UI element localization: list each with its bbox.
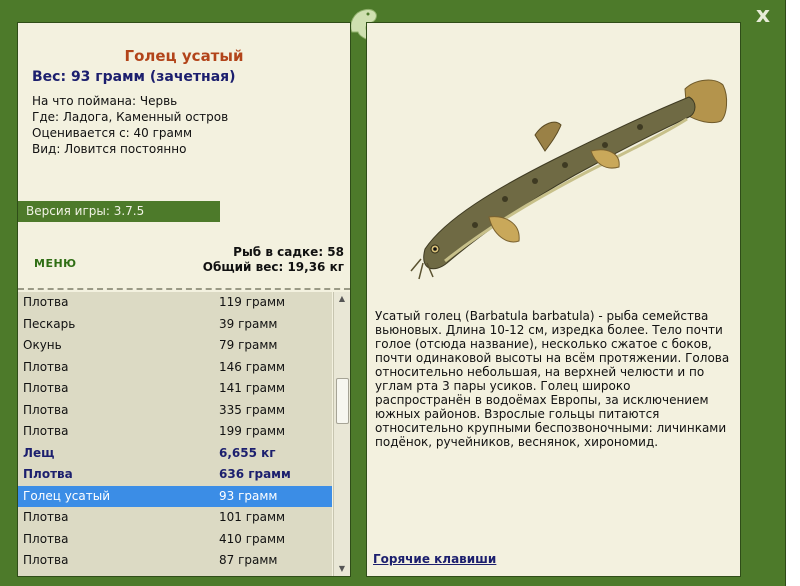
kind-line: Вид: Ловится постоянно	[32, 142, 187, 156]
list-item[interactable]: Плотва 335 грамм	[18, 400, 332, 421]
total-weight: Общий вес: 19,36 кг	[202, 260, 344, 274]
list-item-name: Пескарь	[23, 316, 76, 331]
list-item[interactable]: Пескарь 39 грамм	[18, 314, 332, 335]
bait-line: На что поймана: Червь	[32, 94, 178, 108]
close-button[interactable]: x	[751, 4, 775, 28]
list-item-name: Плотва	[23, 424, 69, 438]
list-item-name: Плотва	[23, 467, 73, 481]
list-item[interactable]: Плотва 636 грамм	[18, 464, 332, 485]
list-item-name: Голец усатый	[23, 488, 111, 503]
list-item-name: Плотва	[23, 381, 69, 395]
list-item[interactable]: Окунь 79 грамм	[18, 335, 332, 356]
fish-info-panel: Голец усатый Вес: 93 грамм (зачетная) На…	[17, 22, 351, 577]
list-item[interactable]: Плотва 146 грамм	[18, 357, 332, 378]
list-item-weight: 93 грамм	[219, 488, 278, 503]
scroll-thumb[interactable]	[336, 378, 349, 424]
list-item-weight: 119 грамм	[219, 295, 286, 309]
list-item[interactable]: Голец усатый 93 грамм	[18, 485, 332, 507]
list-item-weight: 6,655 кг	[219, 445, 276, 460]
list-item-weight: 146 грамм	[219, 359, 286, 374]
list-item[interactable]: Плотва 119 грамм	[18, 292, 332, 313]
scroll-down-arrow-icon[interactable]: ▼	[334, 562, 350, 576]
keepnet-stats: Рыб в садке: 58 Общий вес: 19,36 кг	[203, 245, 344, 275]
list-item-name: Плотва	[23, 402, 69, 417]
list-item-weight: 141 грамм	[219, 381, 286, 395]
fish-description: Усатый голец (Barbatula barbatula) - рыб…	[375, 309, 730, 449]
list-item-weight: 101 грамм	[219, 510, 286, 524]
list-item[interactable]: Плотва 410 грамм	[18, 529, 332, 550]
hotkeys-link[interactable]: Горячие клавиши	[373, 552, 496, 566]
catch-list-scrollbar[interactable]: ▲ ▼	[333, 292, 350, 576]
list-item-name: Окунь	[23, 338, 62, 352]
list-item[interactable]: Плотва 199 грамм	[18, 421, 332, 442]
list-item-weight: 199 грамм	[219, 424, 286, 438]
list-item-name: Плотва	[23, 531, 69, 546]
fish-description-panel: Усатый голец (Barbatula barbatula) - рыб…	[366, 22, 741, 577]
list-item-name: Плотва	[23, 510, 69, 524]
list-item[interactable]: Плотва 101 грамм	[18, 507, 332, 528]
list-item-name: Лещ	[23, 445, 55, 460]
list-item-name: Плотва	[23, 553, 69, 567]
dialog-frame: x Голец усатый Вес: 93 грамм (зачетная) …	[0, 0, 786, 586]
list-item-weight: 79 грамм	[219, 338, 278, 352]
location-line: Где: Ладога, Каменный остров	[32, 110, 229, 124]
list-item[interactable]: Плотва 87 грамм	[18, 550, 332, 571]
list-item-weight: 410 грамм	[219, 531, 286, 546]
fish-weight: Вес: 93 грамм (зачетная)	[32, 69, 236, 85]
list-item[interactable]: Плотва 141 грамм	[18, 378, 332, 399]
game-version: Версия игры: 3.7.5	[18, 201, 220, 222]
scroll-up-arrow-icon[interactable]: ▲	[334, 292, 350, 306]
fish-count: Рыб в садке: 58	[233, 245, 344, 259]
fish-details: На что поймана: Червь Где: Ладога, Камен…	[32, 93, 228, 157]
list-item[interactable]: Лещ 6,655 кг	[18, 443, 332, 464]
fish-image	[385, 49, 730, 289]
list-item-weight: 335 грамм	[219, 402, 286, 417]
valued-line: Оценивается с: 40 грамм	[32, 126, 192, 140]
list-item-name: Плотва	[23, 359, 69, 374]
catch-list: Плотва 119 грамм Пескарь 39 грамм Окунь 79 гр…	[18, 292, 332, 576]
list-item-weight: 39 грамм	[219, 316, 278, 331]
menu-button[interactable]: МЕНЮ	[34, 257, 77, 270]
list-item-weight: 87 грамм	[219, 553, 278, 567]
list-item-weight: 636 грамм	[219, 467, 291, 481]
list-item-name: Плотва	[23, 295, 69, 309]
divider	[18, 288, 350, 290]
fish-name-title: Голец усатый	[124, 47, 244, 65]
